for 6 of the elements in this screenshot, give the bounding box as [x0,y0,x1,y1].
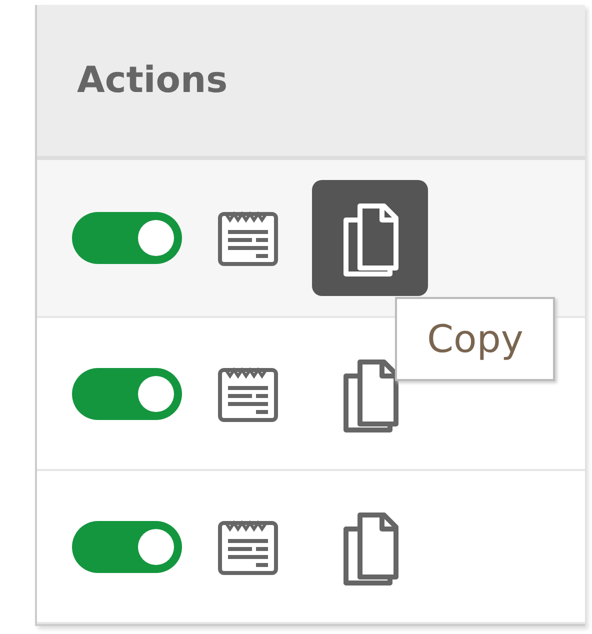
tooltip: Copy [395,297,556,381]
toggle-switch[interactable] [72,520,182,572]
copy-button[interactable] [312,180,428,296]
toggle-switch[interactable] [72,212,182,264]
column-header: Actions [77,60,228,101]
toggle-switch[interactable] [72,368,182,420]
